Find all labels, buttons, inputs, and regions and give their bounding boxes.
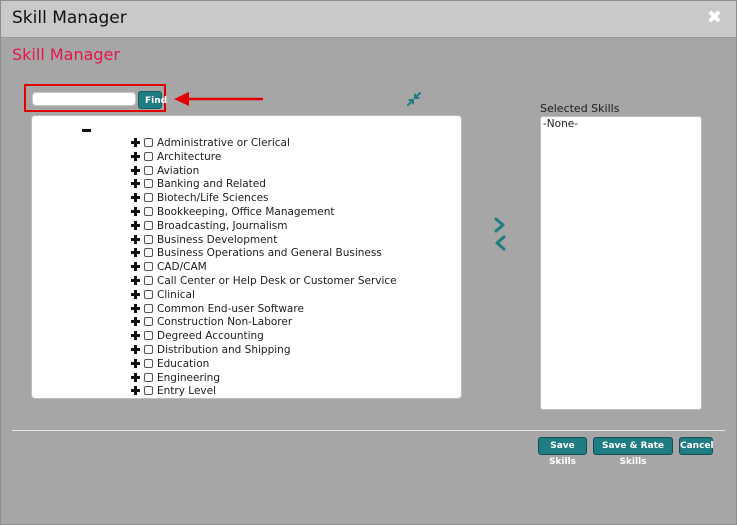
expand-plus-icon[interactable] xyxy=(131,358,141,369)
tree-item-label: Business Development xyxy=(157,233,278,246)
skill-checkbox[interactable] xyxy=(144,220,153,230)
cancel-button[interactable]: Cancel xyxy=(679,437,714,455)
skill-search-input[interactable] xyxy=(32,92,136,106)
tree-item-label: Aviation xyxy=(157,164,200,177)
skill-checkbox[interactable] xyxy=(144,151,153,161)
tree-item-label: Call Center or Help Desk or Customer Ser… xyxy=(157,274,397,287)
expand-plus-icon[interactable] xyxy=(131,330,141,341)
expand-plus-icon[interactable] xyxy=(131,220,141,231)
skill-checkbox[interactable] xyxy=(144,331,153,341)
tree-item-label: Degreed Accounting xyxy=(157,330,264,343)
tree-item-label: Entry Level xyxy=(157,385,216,398)
tree-item-label: Distribution and Shipping xyxy=(157,343,291,356)
tree-item-label: Administrative or Clerical xyxy=(157,137,290,149)
tree-item-label: Architecture xyxy=(157,150,222,163)
tree-item-label: Broadcasting, Journalism xyxy=(157,219,288,232)
find-button[interactable]: Find xyxy=(138,91,167,109)
skills-tree-panel[interactable]: Administrative or Clerical Architecture Av… xyxy=(31,115,462,399)
skill-checkbox[interactable] xyxy=(144,206,153,216)
tree-item-label: Biotech/Life Sciences xyxy=(157,192,269,205)
move-left-chevron-icon[interactable] xyxy=(492,235,508,251)
tree-item-label: Engineering xyxy=(157,371,220,384)
tree-item-label: Clinical xyxy=(157,288,195,301)
expand-plus-icon[interactable] xyxy=(131,165,141,176)
expand-plus-icon[interactable] xyxy=(131,385,141,396)
collapse-root-icon[interactable] xyxy=(82,129,91,132)
expand-plus-icon[interactable] xyxy=(131,151,141,162)
selected-skills-label: Selected Skills xyxy=(540,102,620,115)
selected-skills-empty: -None- xyxy=(543,118,578,130)
expand-plus-icon[interactable] xyxy=(131,247,141,258)
save-rate-skills-button[interactable]: Save & Rate Skills xyxy=(593,437,673,467)
skill-checkbox[interactable] xyxy=(144,179,153,189)
expand-plus-icon[interactable] xyxy=(131,289,141,300)
expand-plus-icon[interactable] xyxy=(131,303,141,314)
skill-checkbox[interactable] xyxy=(144,358,153,368)
expand-plus-icon[interactable] xyxy=(131,275,141,286)
expand-plus-icon[interactable] xyxy=(131,206,141,217)
skill-checkbox[interactable] xyxy=(144,262,153,272)
dialog-titlebar: Skill Manager ✖ xyxy=(1,1,736,38)
footer-divider xyxy=(12,430,725,431)
dialog-title: Skill Manager xyxy=(12,8,127,28)
tree-item-label: Construction Non-Laborer xyxy=(157,316,293,329)
expand-plus-icon[interactable] xyxy=(131,178,141,189)
expand-plus-icon[interactable] xyxy=(131,137,141,148)
skill-manager-dialog: Skill Manager ✖ Skill Manager Find Admin… xyxy=(0,0,737,525)
tree-item-label: Bookkeeping, Office Management xyxy=(157,205,335,218)
close-button[interactable]: ✖ xyxy=(707,9,722,27)
expand-plus-icon[interactable] xyxy=(131,261,141,272)
expand-plus-icon[interactable] xyxy=(131,234,141,245)
skill-checkbox[interactable] xyxy=(144,386,153,396)
selected-skills-list[interactable]: -None- xyxy=(540,116,702,410)
skill-checkbox[interactable] xyxy=(144,303,153,313)
skill-checkbox[interactable] xyxy=(144,193,153,203)
skill-checkbox[interactable] xyxy=(144,372,153,382)
tree-item-label: Education xyxy=(157,357,210,370)
skill-checkbox[interactable] xyxy=(144,344,153,354)
skill-checkbox[interactable] xyxy=(144,138,153,147)
save-skills-button[interactable]: Save Skills xyxy=(538,437,587,467)
expand-plus-icon[interactable] xyxy=(131,192,141,203)
skill-checkbox[interactable] xyxy=(144,248,153,258)
skill-checkbox[interactable] xyxy=(144,275,153,285)
expand-plus-icon[interactable] xyxy=(131,316,141,327)
tree-item-label: CAD/CAM xyxy=(157,261,207,274)
skill-checkbox[interactable] xyxy=(144,234,153,244)
page-heading: Skill Manager xyxy=(12,45,120,64)
tree-item-label: Business Operations and General Business xyxy=(157,247,382,260)
tree-item-label: Banking and Related xyxy=(157,178,266,191)
skill-checkbox[interactable] xyxy=(144,289,153,299)
annotation-arrow-icon xyxy=(174,92,263,106)
tree-item-label: Common End-user Software xyxy=(157,302,304,315)
expand-plus-icon[interactable] xyxy=(131,344,141,355)
expand-plus-icon[interactable] xyxy=(131,372,141,383)
skill-checkbox[interactable] xyxy=(144,317,153,327)
skill-checkbox[interactable] xyxy=(144,165,153,175)
move-right-chevron-icon[interactable] xyxy=(492,217,508,233)
collapse-arrows-icon[interactable] xyxy=(406,91,422,107)
